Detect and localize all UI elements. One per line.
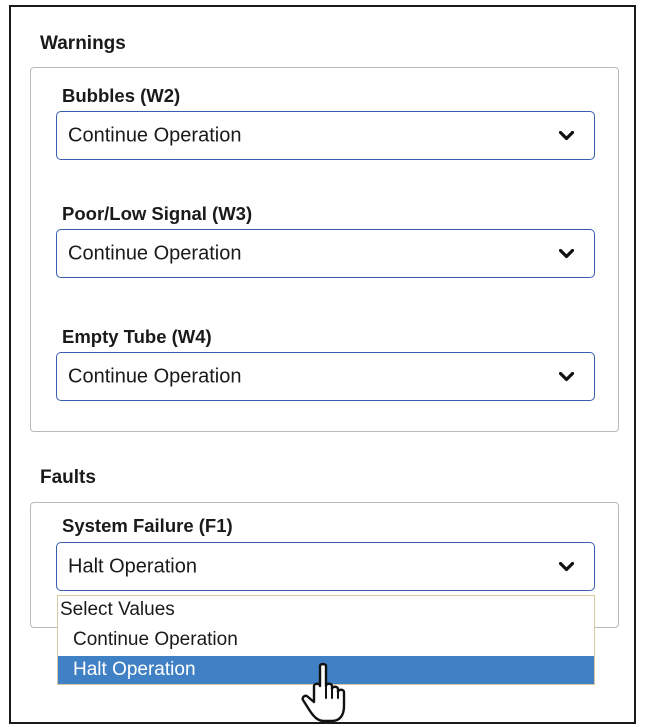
bubbles-select-value: Continue Operation [68, 124, 242, 146]
empty-tube-select[interactable]: Continue Operation [56, 352, 595, 401]
poor-low-signal-select[interactable]: Continue Operation [56, 229, 595, 278]
poor-low-signal-label: Poor/Low Signal (W3) [62, 203, 253, 224]
dropdown-option-select-values[interactable]: Select Values [58, 596, 594, 624]
bubbles-label: Bubbles (W2) [62, 85, 181, 106]
system-failure-label: System Failure (F1) [62, 515, 233, 536]
poor-low-signal-select-value: Continue Operation [68, 242, 242, 264]
faults-heading: Faults [40, 467, 96, 488]
warnings-heading: Warnings [40, 33, 126, 54]
chevron-down-icon [559, 248, 574, 258]
hand-pointer-icon [301, 662, 346, 723]
system-failure-select[interactable]: Halt Operation [56, 542, 595, 591]
empty-tube-select-value: Continue Operation [68, 365, 242, 387]
bubbles-select[interactable]: Continue Operation [56, 111, 595, 160]
chevron-down-icon [559, 130, 574, 140]
chevron-down-icon [559, 561, 574, 571]
empty-tube-label: Empty Tube (W4) [62, 326, 212, 347]
dropdown-option-continue-operation[interactable]: Continue Operation [58, 626, 594, 654]
chevron-down-icon [559, 371, 574, 381]
system-failure-select-value: Halt Operation [68, 555, 197, 577]
